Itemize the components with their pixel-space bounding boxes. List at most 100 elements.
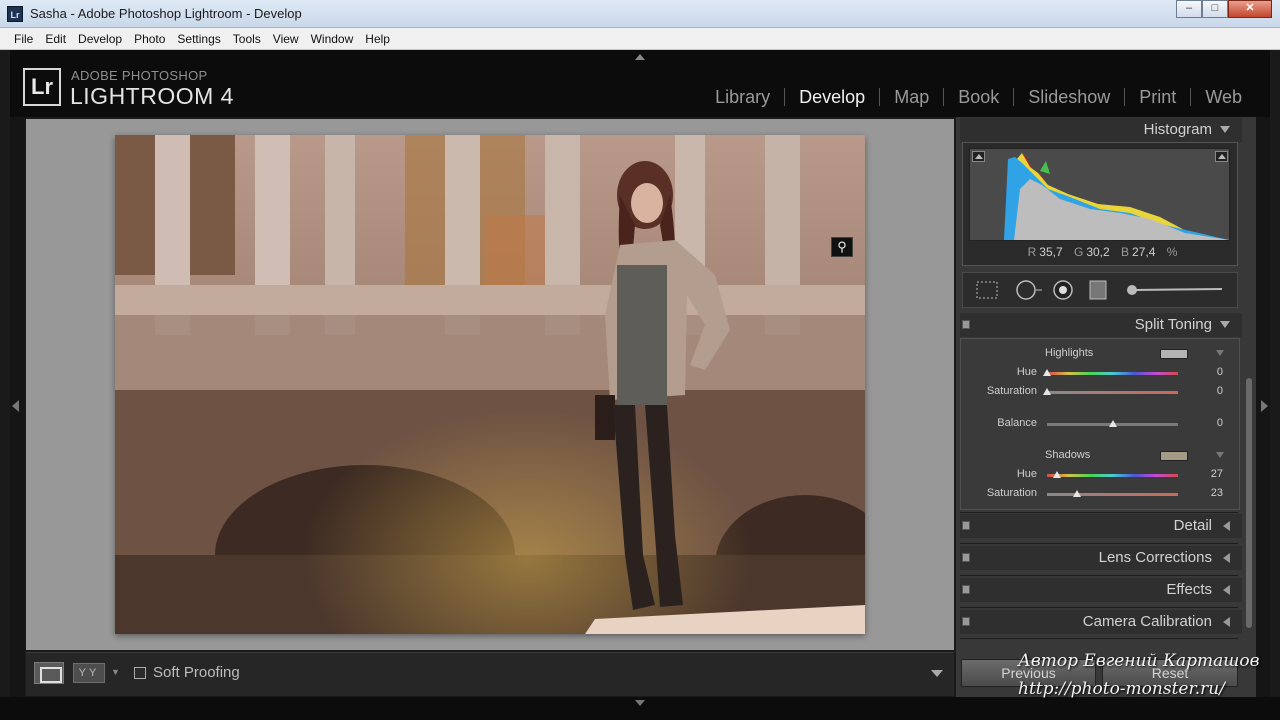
- effects-title: Effects: [1166, 581, 1212, 598]
- balance-value[interactable]: 0: [1193, 417, 1223, 429]
- brand-line-1: ADOBE PHOTOSHOP: [71, 68, 208, 83]
- effects-switch[interactable]: [962, 585, 970, 594]
- histogram-plot: [970, 153, 1229, 240]
- balance-slider-thumb[interactable]: [1108, 420, 1117, 427]
- panel-divider: [960, 575, 1238, 576]
- menu-tools[interactable]: Tools: [227, 28, 267, 49]
- shadow-clipping-icon[interactable]: [972, 151, 985, 162]
- camera-calibration-header[interactable]: Camera Calibration: [960, 610, 1242, 634]
- effects-header[interactable]: Effects: [960, 578, 1242, 602]
- close-button[interactable]: ✕: [1228, 0, 1272, 18]
- expand-left-panel-icon[interactable]: [12, 400, 19, 412]
- toolbar-content-dropdown-icon[interactable]: [931, 670, 943, 677]
- g-label: G: [1073, 245, 1084, 259]
- shadows-dropdown-icon[interactable]: [1216, 452, 1224, 458]
- menu-edit[interactable]: Edit: [39, 28, 72, 49]
- photo-image: [115, 135, 865, 634]
- module-map[interactable]: Map: [879, 88, 943, 106]
- shadows-saturation-value[interactable]: 23: [1193, 487, 1223, 499]
- shadows-saturation-slider-thumb[interactable]: [1073, 490, 1082, 497]
- soft-proofing-label: Soft Proofing: [153, 664, 240, 681]
- split-toning-collapse-icon[interactable]: [1220, 321, 1230, 328]
- menu-help[interactable]: Help: [359, 28, 396, 49]
- module-web[interactable]: Web: [1190, 88, 1256, 106]
- detail-header[interactable]: Detail: [960, 514, 1242, 538]
- shadows-hue-value[interactable]: 27: [1193, 468, 1223, 480]
- panel-divider: [960, 607, 1238, 608]
- shadows-color-swatch[interactable]: [1160, 451, 1188, 461]
- menu-window[interactable]: Window: [305, 28, 360, 49]
- percent-unit: %: [1166, 245, 1178, 259]
- window-title: Sasha - Adobe Photoshop Lightroom - Deve…: [30, 6, 302, 21]
- lightroom-app-icon: Lr: [7, 6, 23, 22]
- before-after-dropdown-icon[interactable]: ▼: [111, 667, 120, 677]
- photo-preview[interactable]: [115, 135, 865, 634]
- module-develop[interactable]: Develop: [784, 88, 879, 106]
- soft-proofing-checkbox[interactable]: [134, 667, 146, 679]
- histogram-rgb-readout: R 35,7 G 30,2 B 27,4 %: [962, 245, 1238, 259]
- menu-develop[interactable]: Develop: [72, 28, 128, 49]
- highlights-saturation-value[interactable]: 0: [1193, 385, 1223, 397]
- collapse-top-panel-icon[interactable]: [635, 54, 645, 60]
- menu-photo[interactable]: Photo: [128, 28, 171, 49]
- brand-line-2: LIGHTROOM 4: [70, 83, 234, 109]
- highlight-clipping-icon[interactable]: [1215, 151, 1228, 162]
- balance-label: Balance: [997, 417, 1037, 429]
- panel-divider: [960, 543, 1238, 544]
- b-value: 27,4: [1132, 245, 1156, 259]
- effects-expand-icon[interactable]: [1223, 585, 1230, 595]
- camera-calibration-expand-icon[interactable]: [1223, 617, 1230, 627]
- histogram-graph[interactable]: [969, 148, 1230, 241]
- collapse-right-panel-icon[interactable]: [1261, 400, 1268, 412]
- red-eye-icon[interactable]: [1051, 280, 1075, 300]
- zoom-magnifier-icon[interactable]: ⚲: [831, 237, 853, 257]
- histogram-header[interactable]: Histogram: [960, 118, 1242, 142]
- module-book[interactable]: Book: [943, 88, 1013, 106]
- highlights-dropdown-icon[interactable]: [1216, 350, 1224, 356]
- loupe-view-icon[interactable]: [34, 662, 64, 684]
- menu-file[interactable]: File: [8, 28, 39, 49]
- highlights-hue-value[interactable]: 0: [1193, 366, 1223, 378]
- expand-filmstrip-icon[interactable]: [635, 700, 645, 706]
- lens-corrections-expand-icon[interactable]: [1223, 553, 1230, 563]
- adjustment-brush-icon[interactable]: [1122, 280, 1226, 300]
- detail-switch[interactable]: [962, 521, 970, 530]
- split-toning-switch[interactable]: [962, 320, 970, 329]
- minimize-button[interactable]: –: [1176, 0, 1202, 18]
- menu-bar: File Edit Develop Photo Settings Tools V…: [0, 28, 1280, 50]
- module-library[interactable]: Library: [701, 88, 784, 106]
- lightroom-logo: Lr: [23, 68, 61, 106]
- histogram-collapse-icon[interactable]: [1220, 126, 1230, 133]
- before-after-button[interactable]: YY: [73, 663, 105, 683]
- highlights-hue-track[interactable]: [1047, 372, 1178, 375]
- r-value: 35,7: [1039, 245, 1063, 259]
- camera-calibration-title: Camera Calibration: [1082, 613, 1212, 630]
- module-print[interactable]: Print: [1124, 88, 1190, 106]
- window-controls: – □ ✕: [1176, 0, 1272, 18]
- highlights-label: Highlights: [1045, 347, 1094, 359]
- lens-corrections-switch[interactable]: [962, 553, 970, 562]
- window-titlebar: Lr Sasha - Adobe Photoshop Lightroom - D…: [0, 0, 1280, 28]
- camera-calibration-switch[interactable]: [962, 617, 970, 626]
- split-toning-header[interactable]: Split Toning: [960, 313, 1242, 337]
- module-picker: Library Develop Map Book Slideshow Print…: [701, 88, 1256, 106]
- graduated-filter-icon[interactable]: [1086, 280, 1110, 300]
- highlights-saturation-track[interactable]: [1047, 391, 1178, 394]
- right-panel-scrollbar[interactable]: [1246, 378, 1252, 628]
- shadows-hue-track[interactable]: [1047, 474, 1178, 477]
- highlights-saturation-slider-thumb[interactable]: [1043, 388, 1051, 395]
- panel-divider: [960, 512, 1238, 513]
- module-slideshow[interactable]: Slideshow: [1013, 88, 1124, 106]
- maximize-button[interactable]: □: [1202, 0, 1228, 18]
- spot-removal-icon[interactable]: [1014, 280, 1042, 300]
- highlights-hue-slider-thumb[interactable]: [1043, 369, 1051, 376]
- menu-settings[interactable]: Settings: [171, 28, 226, 49]
- shadows-saturation-track[interactable]: [1047, 493, 1178, 496]
- crop-overlay-icon[interactable]: [975, 280, 999, 300]
- detail-expand-icon[interactable]: [1223, 521, 1230, 531]
- highlights-color-swatch[interactable]: [1160, 349, 1188, 359]
- shadows-hue-slider-thumb[interactable]: [1052, 471, 1061, 478]
- lens-corrections-header[interactable]: Lens Corrections: [960, 546, 1242, 570]
- menu-view[interactable]: View: [267, 28, 305, 49]
- shadows-saturation-label: Saturation: [986, 487, 1037, 499]
